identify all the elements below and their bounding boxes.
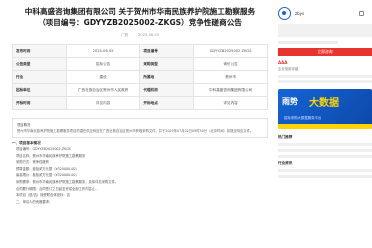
- news-title: 行业资讯: [278, 160, 293, 165]
- bell-icon[interactable]: [359, 11, 364, 16]
- desc-line: [278, 79, 372, 83]
- info-value: 询价公告: [193, 57, 268, 71]
- desc-line: [278, 74, 372, 78]
- info-key: 发布时间: [12, 44, 67, 58]
- info-value: 详见内容: [193, 96, 268, 110]
- info-key: 开标时间: [12, 96, 67, 110]
- title-line-2: （项目编号：GDYYZB2025002-ZKGS）竞争性磋商公告: [38, 18, 242, 27]
- sidebar-brand[interactable]: zbys: [278, 7, 372, 20]
- info-key: 项目编号: [139, 44, 195, 58]
- section-row: 预算金额：叁拾贰万元整（¥320000.00）: [16, 166, 79, 171]
- news-item[interactable]: [278, 168, 372, 172]
- meta-date: 2025-06-05: [138, 33, 160, 37]
- info-key: 公告类型: [12, 57, 67, 71]
- info-row: 开标时间 详见内容 开标地点 详见内容: [12, 96, 268, 110]
- page-title: 中科高盛咨询集团有限公司 关于贺州市华南民族养护院施工勘察服务 （项目编号：GD…: [12, 6, 268, 28]
- hot-item[interactable]: [278, 148, 372, 152]
- article-meta: 广西 2025-06-05: [12, 33, 268, 38]
- ad-banner[interactable]: 雨势 大数据 招标采购大数据服务平台: [278, 88, 372, 129]
- section-rows: 项目编号：GDYYZB2025002-ZKGS 项目名称：贺州市华南民族养护院施工…: [12, 146, 268, 205]
- banner-title-2: 大数据: [309, 97, 339, 109]
- info-key: 采购类型: [139, 57, 195, 71]
- section-row: 项目编号：GDYYZB2025002-ZKGS: [16, 147, 71, 151]
- summary-text: 贺州市华南民族养护院施工勘察服务项目的潜在供应商应在广西壮族自治区贺州市获取采购…: [17, 129, 254, 133]
- info-value: 招标公告: [65, 57, 141, 71]
- hot-item[interactable]: [278, 154, 372, 158]
- sidebar-line: [278, 41, 338, 44]
- sidebar-panel: [278, 24, 372, 37]
- info-row: 招标单位 广西壮族自治区贺州市人民政府 代理机构 中科高盛咨询集团有限公司: [12, 83, 268, 97]
- sidebar: zbys 立即咨询 AAA 企业信用评级 雨势 大数据 招标采购大数据服务平台 …: [278, 0, 372, 248]
- info-value: 贺州市: [193, 70, 268, 84]
- section-row: 合同履行期限：合同签订之日起至完成全部工作内容止。: [16, 186, 99, 191]
- brand-logo-icon: [278, 7, 291, 20]
- banner-title-1: 雨势: [282, 96, 298, 106]
- banner-subtitle: 招标采购大数据服务平台: [284, 115, 322, 120]
- info-value: GDYYZB2025002-ZKGS: [193, 44, 268, 58]
- info-value: 详见内容: [65, 96, 141, 110]
- brand-name: zbys: [295, 11, 305, 16]
- summary-box: 项目概况 贺州市华南民族养护院施工勘察服务项目的潜在供应商应在广西壮族自治区贺州…: [12, 118, 268, 138]
- info-key: 代理机构: [139, 83, 195, 97]
- info-key: 开标地点: [139, 96, 195, 110]
- banner-band: [278, 123, 372, 129]
- info-key: 招标单位: [12, 83, 67, 97]
- main-content: 中科高盛咨询集团有限公司 关于贺州市华南民族养护院施工勘察服务 （项目编号：GD…: [12, 0, 268, 248]
- info-table: 发布时间 2025-06-05 项目编号 GDYYZB2025002-ZKGS 公告类型…: [12, 44, 268, 110]
- title-line-1: 中科高盛咨询集团有限公司 关于贺州市华南民族养护院施工勘察服务: [24, 7, 256, 16]
- hot-item[interactable]: [278, 142, 372, 146]
- info-value: 2025-06-05: [65, 44, 141, 58]
- section-row: 项目名称：贺州市华南民族养护院施工勘察服务: [16, 153, 86, 158]
- section-row: 采购方式：竞争性磋商: [16, 160, 49, 165]
- news-item[interactable]: [278, 174, 372, 178]
- consult-button[interactable]: 立即咨询: [278, 48, 372, 56]
- info-row: 发布时间 2025-06-05 项目编号 GDYYZB2025002-ZKGS: [12, 44, 268, 58]
- info-key: 所属地: [139, 70, 195, 84]
- info-row: 公告类型 招标公告 采购类型 询价公告: [12, 57, 268, 71]
- section-row: 最高限价：叁拾贰万元整（¥320000.00）: [16, 173, 79, 178]
- rating-desc: 企业信用评级: [278, 67, 299, 71]
- rating-badge: AAA: [278, 60, 288, 65]
- info-value: 广西壮族自治区贺州市人民政府: [65, 83, 141, 97]
- section-row: 二、申请人的资格要求：: [16, 199, 53, 204]
- info-row: 行业 建设 所属地 贺州市: [12, 70, 268, 84]
- hot-title: 热门推荐: [278, 134, 293, 139]
- info-value: 建设: [65, 70, 141, 84]
- section-row: 采购需求：贺州市华南民族养护院施工勘察服务，具体详见采购文件。: [16, 179, 119, 184]
- info-key: 行业: [12, 70, 67, 84]
- section-row: 本项目（是/否）接受联合体投标：否: [16, 193, 70, 198]
- info-value: 中科高盛咨询集团有限公司: [193, 83, 268, 97]
- meta-publisher: 广西: [120, 33, 129, 37]
